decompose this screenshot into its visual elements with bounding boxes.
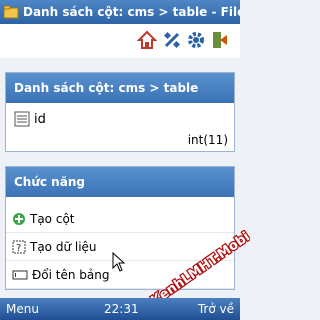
title-bar: Danh sách cột: cms > table - File — [0, 0, 240, 24]
exit-icon[interactable] — [210, 30, 230, 50]
toolbar — [0, 24, 240, 58]
softkey-bar: Menu 22:31 Trở về — [0, 298, 240, 320]
satellite-icon[interactable] — [162, 30, 182, 50]
rename-icon — [12, 270, 28, 279]
folder-icon — [3, 5, 19, 19]
clock: 22:31 — [104, 302, 139, 316]
columns-panel-header: Danh sách cột: cms > table — [6, 73, 234, 103]
svg-text:?: ? — [16, 243, 21, 254]
add-icon — [13, 212, 25, 225]
back-softkey[interactable]: Trở về — [198, 302, 234, 316]
gear-icon[interactable] — [186, 30, 206, 50]
data-icon: ? — [12, 240, 26, 254]
menu-item-label: Đổi tên bảng — [32, 267, 110, 282]
functions-panel-header: Chức năng — [6, 167, 234, 197]
menu-item-label: Tạo dữ liệu — [30, 239, 97, 254]
table-row[interactable]: id int(11) — [6, 103, 234, 151]
menu-softkey[interactable]: Menu — [6, 302, 39, 316]
column-name: id — [34, 111, 46, 127]
columns-panel: Danh sách cột: cms > table id int(11) — [5, 72, 235, 152]
cursor-icon — [112, 252, 126, 272]
column-type: int(11) — [187, 133, 228, 147]
home-icon[interactable] — [137, 30, 157, 50]
create-column-button[interactable]: Tạo cột — [6, 205, 234, 233]
field-icon — [14, 111, 30, 127]
menu-item-label: Tạo cột — [30, 211, 75, 226]
window-title: Danh sách cột: cms > table - File — [23, 5, 240, 19]
